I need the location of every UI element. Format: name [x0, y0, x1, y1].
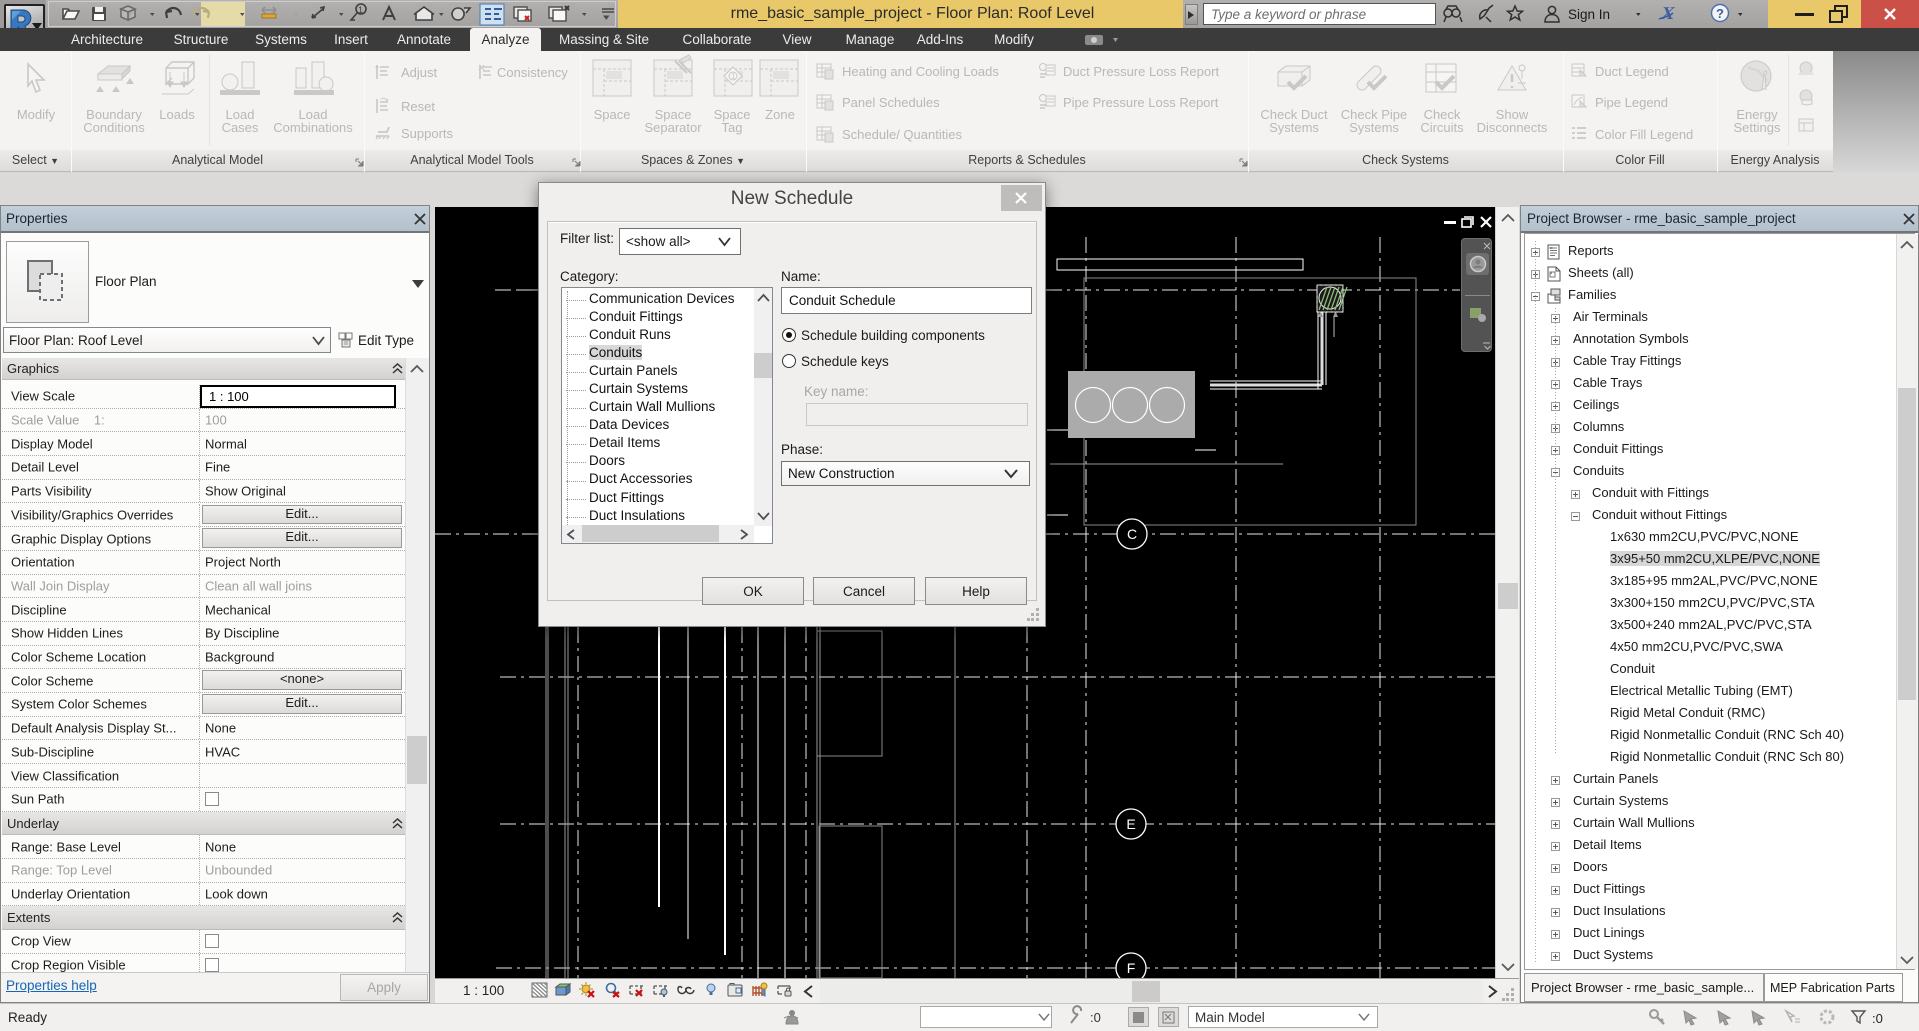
svg-text:F: F [1127, 960, 1136, 976]
svg-text:E: E [1126, 816, 1135, 832]
svg-text:C: C [1127, 526, 1137, 542]
svg-text:1: 1 [358, 5, 363, 15]
svg-text:X: X [1659, 3, 1677, 23]
svg-text:Sign In: Sign In [1568, 7, 1610, 22]
svg-text:?: ? [1716, 6, 1724, 21]
svg-text:1: 1 [731, 72, 736, 81]
